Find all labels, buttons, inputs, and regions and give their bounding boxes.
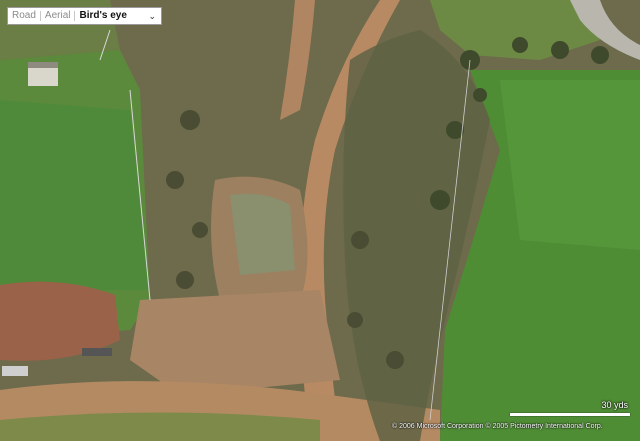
scale-bar: 30 yds: [510, 400, 630, 420]
birds-eye-map-view[interactable]: Road Aerial Bird's eye ⌄ 30 yds © 2006 M…: [0, 0, 640, 441]
scale-bar-line: [510, 413, 630, 416]
copyright-notice: © 2006 Microsoft Corporation © 2005 Pict…: [392, 423, 603, 430]
aerial-imagery[interactable]: [0, 0, 640, 441]
map-type-switcher[interactable]: Road Aerial Bird's eye ⌄: [7, 7, 162, 25]
scale-label: 30 yds: [601, 400, 628, 410]
chevron-down-icon[interactable]: ⌄: [143, 8, 161, 24]
birds-eye-option[interactable]: Bird's eye: [75, 8, 130, 24]
road-option[interactable]: Road: [8, 8, 40, 24]
aerial-option[interactable]: Aerial: [41, 8, 75, 24]
